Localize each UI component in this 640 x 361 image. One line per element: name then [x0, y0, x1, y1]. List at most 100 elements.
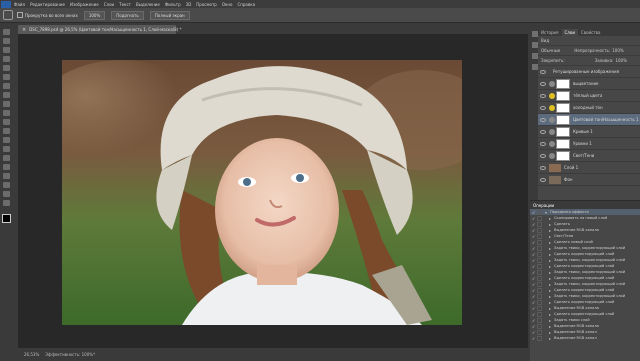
menu-view[interactable]: Просмотр [196, 2, 217, 7]
fit-screen-button[interactable]: Подогнать [111, 10, 144, 20]
action-dialog-toggle[interactable] [537, 275, 542, 281]
layer-mask-thumb[interactable] [556, 138, 570, 149]
shape-tool-icon[interactable] [2, 182, 10, 188]
dodge-tool-icon[interactable] [2, 146, 10, 152]
type-tool-icon[interactable] [2, 164, 10, 170]
action-dialog-toggle[interactable] [537, 209, 542, 215]
gradient-tool-icon[interactable] [2, 128, 10, 134]
action-dialog-toggle[interactable] [537, 305, 542, 311]
quick-select-tool-icon[interactable] [2, 56, 10, 62]
action-step-row[interactable]: ✓ ▸ Выделение RGB канал [530, 335, 640, 341]
visibility-eye-icon[interactable] [540, 141, 546, 146]
visibility-eye-icon[interactable] [540, 93, 546, 98]
crop-tool-icon[interactable] [2, 65, 10, 71]
close-icon[interactable]: × [22, 27, 26, 33]
menu-image[interactable]: Изображение [70, 2, 99, 7]
action-dialog-toggle[interactable] [537, 245, 542, 251]
action-dialog-toggle[interactable] [537, 263, 542, 269]
chevron-right-icon[interactable]: ▸ [549, 312, 551, 317]
visibility-eye-icon[interactable] [540, 117, 546, 122]
hand-tool-icon[interactable] [2, 191, 10, 197]
pen-tool-icon[interactable] [2, 155, 10, 161]
blur-tool-icon[interactable] [2, 137, 10, 143]
visibility-eye-icon[interactable] [540, 153, 546, 158]
visibility-eye-icon[interactable] [540, 177, 546, 182]
chevron-right-icon[interactable]: ▸ [549, 324, 551, 329]
action-dialog-toggle[interactable] [537, 257, 542, 263]
chevron-right-icon[interactable]: ▸ [549, 258, 551, 263]
chevron-right-icon[interactable]: ▸ [549, 330, 551, 335]
visibility-eye-icon[interactable] [540, 129, 546, 134]
scroll-all-checkbox[interactable] [17, 12, 23, 18]
layer-row[interactable]: Ретушированные изображения [538, 66, 640, 78]
chevron-right-icon[interactable]: ▸ [549, 246, 551, 251]
chevron-right-icon[interactable]: ▸ [549, 240, 551, 245]
layer-row[interactable]: Уровни 1 [538, 138, 640, 150]
blend-mode-select[interactable]: Обычные [541, 48, 560, 53]
actions-panel-title[interactable]: Операции [533, 203, 554, 208]
chevron-right-icon[interactable]: ▸ [549, 234, 551, 239]
action-dialog-toggle[interactable] [537, 299, 542, 305]
fill-value[interactable]: 100% [615, 58, 626, 63]
lasso-tool-icon[interactable] [2, 47, 10, 53]
chevron-right-icon[interactable]: ▸ [549, 252, 551, 257]
chevron-right-icon[interactable]: ▸ [549, 264, 551, 269]
status-zoom[interactable]: 26,53% [24, 352, 39, 357]
layer-mask-thumb[interactable] [556, 126, 570, 137]
chevron-right-icon[interactable]: ▸ [549, 228, 551, 233]
chevron-right-icon[interactable]: ▸ [549, 276, 551, 281]
zoom-tool-icon[interactable] [3, 10, 13, 20]
layer-row[interactable]: выцветание [538, 78, 640, 90]
history-brush-tool-icon[interactable] [2, 110, 10, 116]
action-dialog-toggle[interactable] [537, 227, 542, 233]
zoom-100-button[interactable]: 100% [83, 10, 106, 20]
chevron-right-icon[interactable]: ▸ [549, 270, 551, 275]
eyedropper-tool-icon[interactable] [2, 74, 10, 80]
chevron-down-icon[interactable]: ▾ [545, 210, 547, 215]
action-dialog-toggle[interactable] [537, 281, 542, 287]
zoom-tool-icon[interactable] [2, 200, 10, 206]
action-dialog-toggle[interactable] [537, 239, 542, 245]
chevron-right-icon[interactable]: ▸ [549, 318, 551, 323]
chevron-right-icon[interactable]: ▸ [549, 222, 551, 227]
chevron-right-icon[interactable]: ▸ [549, 306, 551, 311]
layer-mask-thumb[interactable] [556, 90, 570, 101]
layer-row[interactable]: Свет/Тени [538, 150, 640, 162]
menu-file[interactable]: Файл [14, 2, 25, 7]
path-select-tool-icon[interactable] [2, 173, 10, 179]
action-dialog-toggle[interactable] [537, 335, 542, 341]
visibility-eye-icon[interactable] [540, 69, 546, 74]
action-dialog-toggle[interactable] [537, 215, 542, 221]
fill-screen-button[interactable]: Полный экран [149, 10, 190, 20]
menu-edit[interactable]: Редактирование [30, 2, 65, 7]
visibility-eye-icon[interactable] [540, 105, 546, 110]
layer-mask-thumb[interactable] [556, 114, 570, 125]
visibility-eye-icon[interactable] [540, 81, 546, 86]
action-dialog-toggle[interactable] [537, 311, 542, 317]
chevron-right-icon[interactable]: ▸ [549, 216, 551, 221]
marquee-tool-icon[interactable] [2, 38, 10, 44]
document-tab[interactable]: × DSC_7898.psd @ 26,5% (Цветовой тон/Нас… [18, 25, 182, 34]
chevron-right-icon[interactable]: ▸ [549, 282, 551, 287]
layer-mask-thumb[interactable] [556, 78, 570, 89]
tab-properties[interactable]: Свойства [578, 29, 604, 36]
menu-3d[interactable]: 3D [186, 2, 192, 7]
action-dialog-toggle[interactable] [537, 323, 542, 329]
layer-mask-thumb[interactable] [556, 150, 570, 161]
menu-layers[interactable]: Слои [104, 2, 114, 7]
menu-type[interactable]: Текст [119, 2, 131, 7]
action-dialog-toggle[interactable] [537, 269, 542, 275]
healing-brush-tool-icon[interactable] [2, 83, 10, 89]
layer-filter-select[interactable]: Вид [541, 38, 549, 43]
visibility-eye-icon[interactable] [540, 165, 546, 170]
menu-window[interactable]: Окно [222, 2, 233, 7]
menu-help[interactable]: Справка [237, 2, 255, 7]
menu-filter[interactable]: Фильтр [165, 2, 181, 7]
layer-row-selected[interactable]: Цветовой тон/Насыщенность 1 [538, 114, 640, 126]
tab-history[interactable]: История [538, 29, 562, 36]
chevron-right-icon[interactable]: ▸ [549, 300, 551, 305]
layer-row[interactable]: тёплый цвета [538, 90, 640, 102]
tab-layers[interactable]: Слои [561, 29, 578, 36]
chevron-right-icon[interactable]: ▸ [549, 294, 551, 299]
brush-tool-icon[interactable] [2, 92, 10, 98]
